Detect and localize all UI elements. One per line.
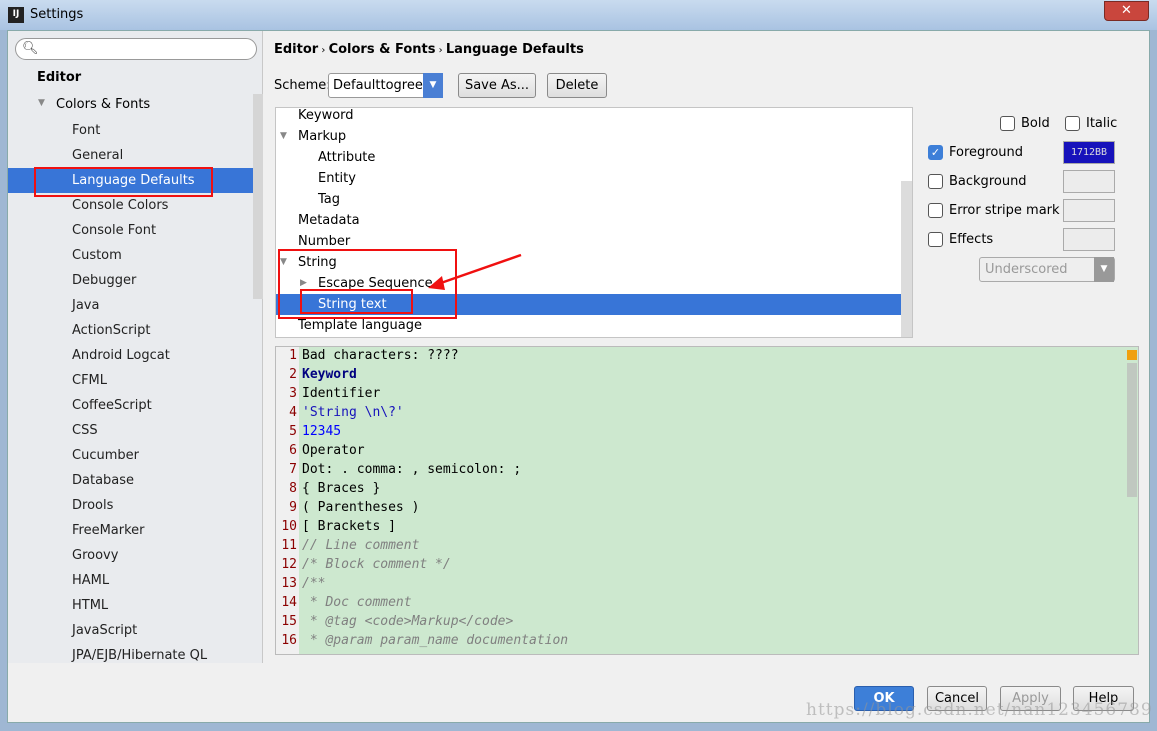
annotation-arrow — [428, 253, 522, 290]
